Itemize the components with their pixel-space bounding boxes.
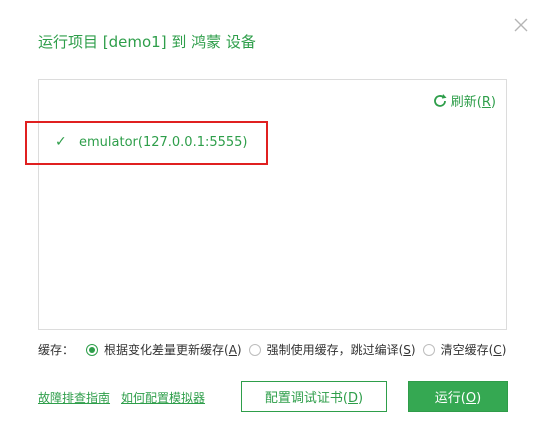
config-cert-label: 配置调试证书(D): [264, 391, 364, 406]
dialog-title: 运行项目 [demo1] 到 鸿蒙 设备: [38, 33, 256, 51]
cache-option-clear[interactable]: 清空缓存(C): [422, 341, 507, 358]
radio-checked-icon[interactable]: [86, 343, 99, 356]
cache-option-label: 清空缓存(C): [440, 343, 507, 357]
troubleshoot-link[interactable]: 故障排查指南: [38, 389, 110, 406]
device-name: emulator(127.0.0.1:5555): [79, 134, 248, 150]
refresh-button[interactable]: 刷新(R): [432, 91, 496, 110]
refresh-label: 刷新(R): [450, 95, 496, 110]
device-item-emulator[interactable]: ✓ emulator(127.0.0.1:5555): [39, 121, 269, 163]
run-device-dialog: 运行项目 [demo1] 到 鸿蒙 设备 刷新(R) ✓ emulator(12…: [0, 0, 541, 436]
cache-option-force[interactable]: 强制使用缓存，跳过编译(S): [248, 341, 416, 358]
close-icon[interactable]: [510, 14, 532, 36]
cache-options: 缓存： 根据变化差量更新缓存(A) 强制使用缓存，跳过编译(S) 清空缓存(C): [38, 341, 513, 358]
close-button[interactable]: [510, 14, 532, 36]
run-button[interactable]: 运行(O): [408, 381, 508, 412]
cache-option-label: 根据变化差量更新缓存(A): [104, 343, 242, 357]
cache-option-incremental[interactable]: 根据变化差量更新缓存(A): [86, 341, 242, 358]
radio-unchecked-icon[interactable]: [422, 343, 435, 356]
cache-option-label: 强制使用缓存，跳过编译(S): [266, 343, 416, 357]
run-label: 运行(O): [434, 391, 482, 406]
refresh-icon: [433, 93, 447, 107]
check-icon: ✓: [55, 134, 67, 150]
config-cert-button[interactable]: 配置调试证书(D): [241, 381, 387, 412]
cache-label: 缓存：: [38, 343, 75, 357]
device-list-panel: 刷新(R) ✓ emulator(127.0.0.1:5555): [38, 79, 507, 330]
emulator-config-link[interactable]: 如何配置模拟器: [121, 389, 205, 406]
radio-unchecked-icon[interactable]: [248, 343, 261, 356]
